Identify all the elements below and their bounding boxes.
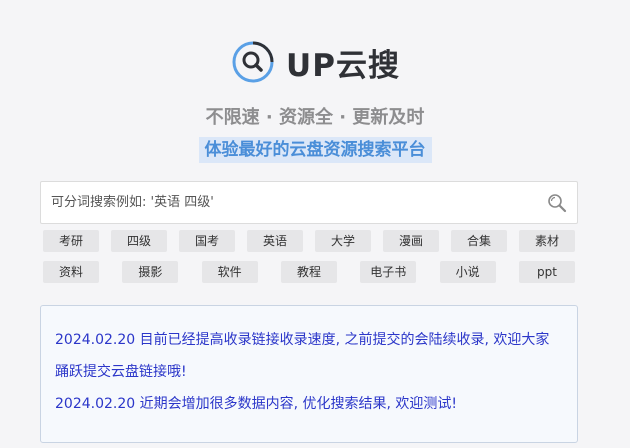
tag-item[interactable]: 资料 — [43, 261, 99, 283]
tag-item[interactable]: 考研 — [43, 230, 99, 252]
site-logo[interactable]: UP云搜 — [0, 38, 630, 86]
tag-item[interactable]: 小说 — [439, 261, 496, 283]
slogan: 不限速 · 资源全 · 更新及时 — [205, 107, 425, 128]
announcement-panel: 2024.02.20 目前已经提高收录链接收录速度, 之前提交的会陆续收录, 欢… — [40, 305, 578, 443]
tag-item[interactable]: ppt — [518, 261, 575, 283]
announcement-item: 2024.02.20 近期会增加很多数据内容, 优化搜索结果, 欢迎测试! — [55, 396, 458, 412]
tag-item[interactable]: 摄影 — [122, 261, 179, 283]
tag-item[interactable]: 大学 — [315, 230, 371, 252]
search-logo-icon — [232, 41, 274, 83]
search-button[interactable] — [537, 183, 577, 223]
tag-item[interactable]: 教程 — [280, 261, 337, 283]
tag-item[interactable]: 国考 — [179, 230, 235, 252]
announcement-item: 2024.02.20 目前已经提高收录链接收录速度, 之前提交的会陆续收录, 欢… — [55, 332, 550, 380]
tag-item[interactable]: 软件 — [201, 261, 258, 283]
hot-tags-row-2: 资料 摄影 软件 教程 电子书 小说 ppt — [40, 261, 578, 283]
tag-item[interactable]: 英语 — [247, 230, 303, 252]
subtitle: 体验最好的云盘资源搜索平台 — [198, 137, 432, 163]
tag-item[interactable]: 合集 — [451, 230, 507, 252]
tag-item[interactable]: 四级 — [111, 230, 167, 252]
tag-item[interactable]: 电子书 — [360, 261, 417, 283]
brand-name: UP云搜 — [286, 47, 400, 84]
hot-tags-row-1: 考研 四级 国考 英语 大学 漫画 合集 素材 — [40, 230, 578, 252]
tag-item[interactable]: 素材 — [519, 230, 575, 252]
search-bar — [40, 181, 578, 224]
search-input[interactable] — [51, 182, 537, 223]
search-icon — [548, 193, 567, 212]
tag-item[interactable]: 漫画 — [383, 230, 439, 252]
